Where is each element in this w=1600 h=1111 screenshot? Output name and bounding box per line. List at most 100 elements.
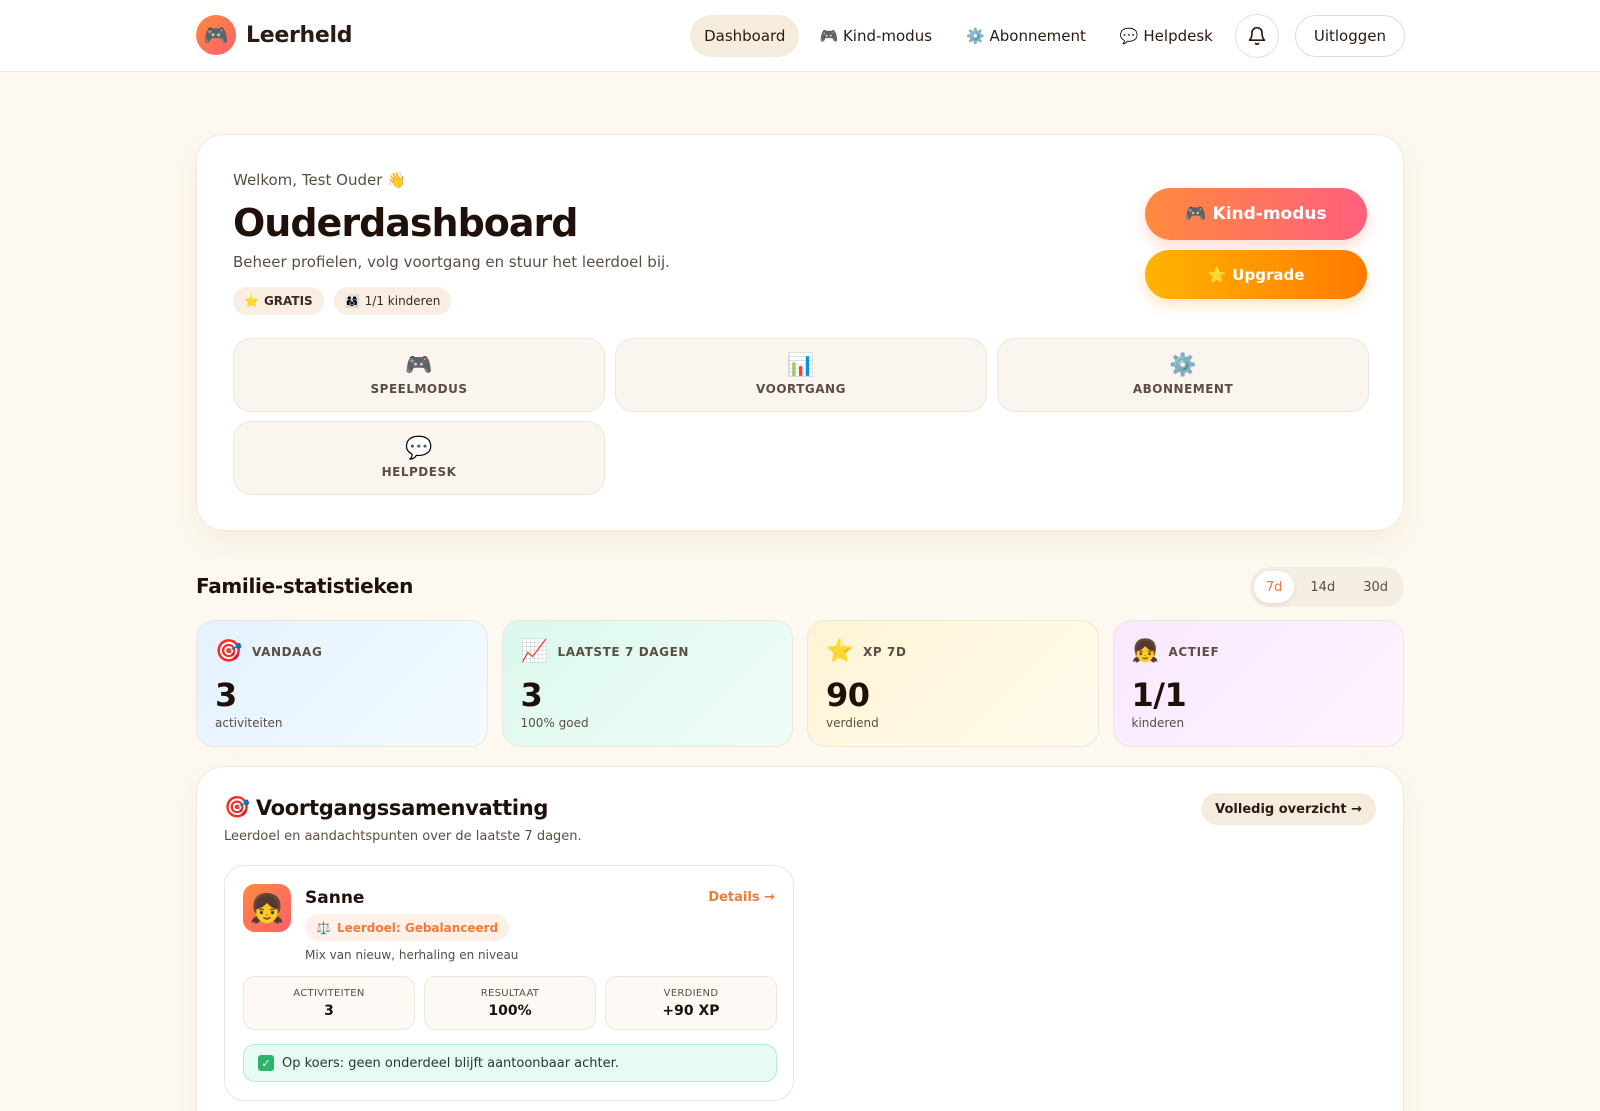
nav-abonnement[interactable]: ⚙️ Abonnement [952, 15, 1100, 57]
metric-result: RESULTAAT 100% [424, 976, 596, 1030]
main-nav: Dashboard 🎮 Kind-modus ⚙️ Abonnement 💬 H… [690, 14, 1405, 58]
target-icon: 🎯 [215, 639, 243, 664]
page-subtitle: Beheer profielen, volg voortgang en stuu… [233, 253, 670, 271]
stat-sub: kinderen [1131, 716, 1185, 730]
nav-kind-modus[interactable]: 🎮 Kind-modus [805, 15, 946, 57]
kind-modus-button-label: Kind-modus [1212, 204, 1327, 224]
bar-chart-icon: 📊 [787, 353, 815, 378]
stat-label: ACTIEF [1168, 644, 1220, 659]
child-details-link[interactable]: Details → [708, 890, 775, 905]
nav-dashboard-label: Dashboard [704, 27, 786, 45]
upgrade-button-label: Upgrade [1232, 265, 1305, 284]
metric-label: VERDIEND [663, 987, 719, 999]
quick-links: 🎮 SPEELMODUS 📊 VOORTGANG ⚙️ ABONNEMENT 💬… [233, 338, 1369, 495]
status-text: Op koers: geen onderdeel blijft aantoonb… [282, 1055, 619, 1071]
tile-helpdesk[interactable]: 💬 HELPDESK [233, 421, 605, 495]
range-selector: 7d 14d 30d [1249, 567, 1404, 607]
stat-label: VANDAAG [252, 644, 323, 659]
star-icon: ⭐ [1207, 265, 1227, 284]
family-stats-title: Familie-statistieken [196, 574, 414, 598]
stat-value: 3 [215, 676, 237, 714]
learning-goal-label: Leerdoel: Gebalanceerd [336, 920, 499, 935]
welcome-text: Welkom, Test Ouder 👋 [233, 171, 406, 189]
check-icon: ✓ [258, 1055, 274, 1071]
stat-card-xp: ⭐ XP 7D 90 verdiend [807, 620, 1099, 747]
game-controller-icon: 🎮 [819, 27, 839, 45]
metric-activities: ACTIVITEITEN 3 [243, 976, 415, 1030]
child-metrics: ACTIVITEITEN 3 RESULTAAT 100% VERDIEND +… [243, 976, 777, 1030]
metric-label: RESULTAAT [480, 987, 540, 999]
children-count-badge: 👨‍👩‍👧 1/1 kinderen [333, 287, 452, 315]
speech-bubble-icon: 💬 [1119, 27, 1139, 45]
stat-label: LAATSTE 7 DAGEN [557, 644, 690, 659]
nav-helpdesk-label: Helpdesk [1143, 27, 1213, 45]
tile-label: SPEELMODUS [370, 382, 468, 396]
nav-kind-modus-label: Kind-modus [842, 27, 933, 45]
stat-value: 90 [826, 676, 870, 714]
dashboard-hero-card: Welkom, Test Ouder 👋 Ouderdashboard Behe… [196, 134, 1404, 531]
metric-earned: VERDIEND +90 XP [605, 976, 777, 1030]
status-message: ✓ Op koers: geen onderdeel blijft aantoo… [243, 1044, 777, 1082]
progress-summary-subtitle: Leerdoel en aandachtspunten over de laat… [224, 829, 582, 844]
range-7d[interactable]: 7d [1253, 571, 1295, 603]
hero-actions: 🎮 Kind-modus ⭐ Upgrade [1145, 188, 1367, 299]
metric-value: +90 XP [662, 1002, 720, 1019]
progress-summary-title: 🎯 Voortgangssamenvatting [224, 795, 548, 820]
range-30d[interactable]: 30d [1351, 571, 1400, 603]
gear-icon: ⚙️ [1169, 353, 1197, 378]
full-overview-button[interactable]: Volledig overzicht → [1201, 793, 1376, 825]
stat-label: XP 7D [863, 644, 907, 659]
game-controller-icon: 🎮 [196, 15, 236, 55]
children-count-label: 1/1 kinderen [364, 294, 441, 308]
stat-sub: verdiend [826, 716, 879, 730]
stat-card-last-7-days: 📈 LAATSTE 7 DAGEN 3 100% goed [501, 620, 793, 747]
stat-sub: activiteiten [215, 716, 283, 730]
tile-label: HELPDESK [381, 465, 457, 479]
bell-icon [1248, 26, 1266, 46]
notifications-button[interactable] [1234, 14, 1279, 58]
stat-value: 1/1 [1131, 676, 1187, 714]
nav-abonnement-label: Abonnement [989, 27, 1086, 45]
tile-label: VOORTGANG [756, 382, 846, 396]
girl-icon: 👧 [1131, 639, 1159, 664]
learning-goal-badge: ⚖️ Leerdoel: Gebalanceerd [305, 914, 510, 941]
metric-value: 3 [324, 1002, 334, 1019]
game-controller-icon: 🎮 [1185, 204, 1207, 224]
range-14d[interactable]: 14d [1298, 571, 1347, 603]
progress-summary-card: 🎯 Voortgangssamenvatting Leerdoel en aan… [196, 766, 1404, 1111]
brand[interactable]: 🎮 Leerheld [196, 15, 352, 55]
upgrade-button[interactable]: ⭐ Upgrade [1145, 250, 1367, 299]
learning-goal-description: Mix van nieuw, herhaling en niveau [305, 948, 519, 962]
progress-summary-title-text: Voortgangssamenvatting [255, 795, 549, 820]
stat-card-today: 🎯 VANDAAG 3 activiteiten [196, 620, 488, 747]
logout-button[interactable]: Uitloggen [1294, 15, 1405, 57]
trend-up-icon: 📈 [520, 639, 548, 664]
tile-label: ABONNEMENT [1132, 382, 1234, 396]
family-stats: 🎯 VANDAAG 3 activiteiten 📈 LAATSTE 7 DAG… [196, 620, 1404, 747]
stat-value: 3 [520, 676, 543, 714]
gear-icon: ⚙️ [966, 27, 985, 45]
metric-label: ACTIVITEITEN [293, 987, 365, 999]
page-title: Ouderdashboard [233, 201, 578, 245]
plan-badge: ⭐ GRATIS [233, 287, 324, 315]
balance-scale-icon: ⚖️ [316, 920, 331, 935]
nav-helpdesk[interactable]: 💬 Helpdesk [1106, 15, 1227, 57]
plan-badge-label: GRATIS [263, 294, 313, 308]
tile-speelmodus[interactable]: 🎮 SPEELMODUS [233, 338, 605, 412]
nav-dashboard[interactable]: Dashboard [690, 15, 800, 57]
top-navigation: 🎮 Leerheld Dashboard 🎮 Kind-modus ⚙️ Abo… [0, 0, 1600, 72]
stat-sub: 100% goed [520, 716, 589, 730]
target-icon: 🎯 [224, 795, 250, 819]
avatar: 👧 [243, 884, 291, 932]
metric-value: 100% [488, 1002, 532, 1019]
star-icon: ⭐ [244, 294, 259, 308]
tile-voortgang[interactable]: 📊 VOORTGANG [615, 338, 987, 412]
game-controller-icon: 🎮 [405, 353, 433, 378]
tile-abonnement[interactable]: ⚙️ ABONNEMENT [997, 338, 1369, 412]
brand-name: Leerheld [246, 22, 353, 48]
family-icon: 👨‍👩‍👧 [344, 294, 360, 308]
child-card: 👧 Sanne Details → ⚖️ Leerdoel: Gebalance… [224, 865, 794, 1101]
kind-modus-button[interactable]: 🎮 Kind-modus [1145, 188, 1367, 240]
stat-card-active: 👧 ACTIEF 1/1 kinderen [1112, 620, 1404, 747]
speech-bubble-icon: 💬 [405, 436, 433, 461]
